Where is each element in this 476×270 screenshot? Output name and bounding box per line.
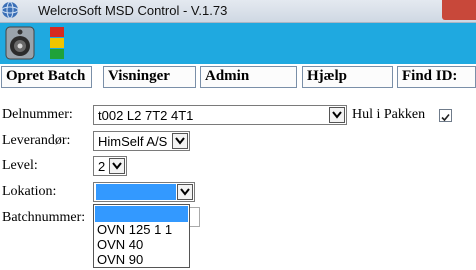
app-logo-icon [1, 1, 19, 19]
level-select[interactable]: 2 [93, 156, 127, 176]
menu-find-id[interactable]: Find ID: [397, 66, 476, 88]
chevron-down-icon[interactable] [177, 184, 193, 200]
menu-hjaelp[interactable]: Hjælp [302, 66, 393, 88]
chevron-down-icon[interactable] [329, 107, 345, 123]
dropdown-option[interactable]: OVN 90 [95, 252, 188, 268]
hul-i-pakken-checkbox[interactable] [439, 109, 452, 122]
toolbar [0, 23, 476, 64]
speaker-icon[interactable] [2, 25, 38, 61]
batchnummer-label: Batchnummer: [2, 210, 86, 225]
dropdown-option[interactable]: OVN 40 [95, 237, 188, 253]
level-label: Level: [2, 158, 38, 173]
lokation-value [96, 184, 176, 200]
chevron-down-icon[interactable] [172, 133, 188, 149]
delnummer-label: Delnummer: [2, 107, 73, 122]
title-bar: WelcroSoft MSD Control - V.1.73 [0, 0, 476, 23]
menu-admin[interactable]: Admin [200, 66, 297, 88]
dropdown-option[interactable] [95, 206, 188, 222]
lokation-dropdown-list[interactable]: OVN 125 1 1 OVN 40 OVN 90 [93, 204, 190, 268]
window-close-button[interactable] [442, 0, 476, 20]
leverandor-label: Leverandør: [2, 133, 71, 148]
hul-i-pakken-label: Hul i Pakken [352, 107, 426, 122]
menu-opret-batch[interactable]: Opret Batch [1, 66, 92, 88]
lokation-label: Lokation: [2, 184, 57, 199]
dropdown-option[interactable]: OVN 125 1 1 [95, 222, 188, 238]
menu-visninger[interactable]: Visninger [103, 66, 196, 88]
leverandor-select[interactable]: HimSelf A/S [93, 131, 190, 151]
menu-bar: Opret Batch Visninger Admin Hjælp Find I… [0, 65, 476, 89]
checkmark-icon [441, 113, 450, 122]
window-title: WelcroSoft MSD Control - V.1.73 [38, 3, 228, 18]
chevron-down-icon[interactable] [109, 158, 125, 174]
delnummer-value: t002 L2 7T2 4T1 [98, 108, 194, 123]
delnummer-select[interactable]: t002 L2 7T2 4T1 [93, 105, 347, 125]
lokation-select[interactable] [93, 182, 195, 202]
traffic-light-icon [49, 27, 65, 60]
leverandor-value: HimSelf A/S [98, 134, 168, 149]
level-value: 2 [98, 159, 106, 174]
